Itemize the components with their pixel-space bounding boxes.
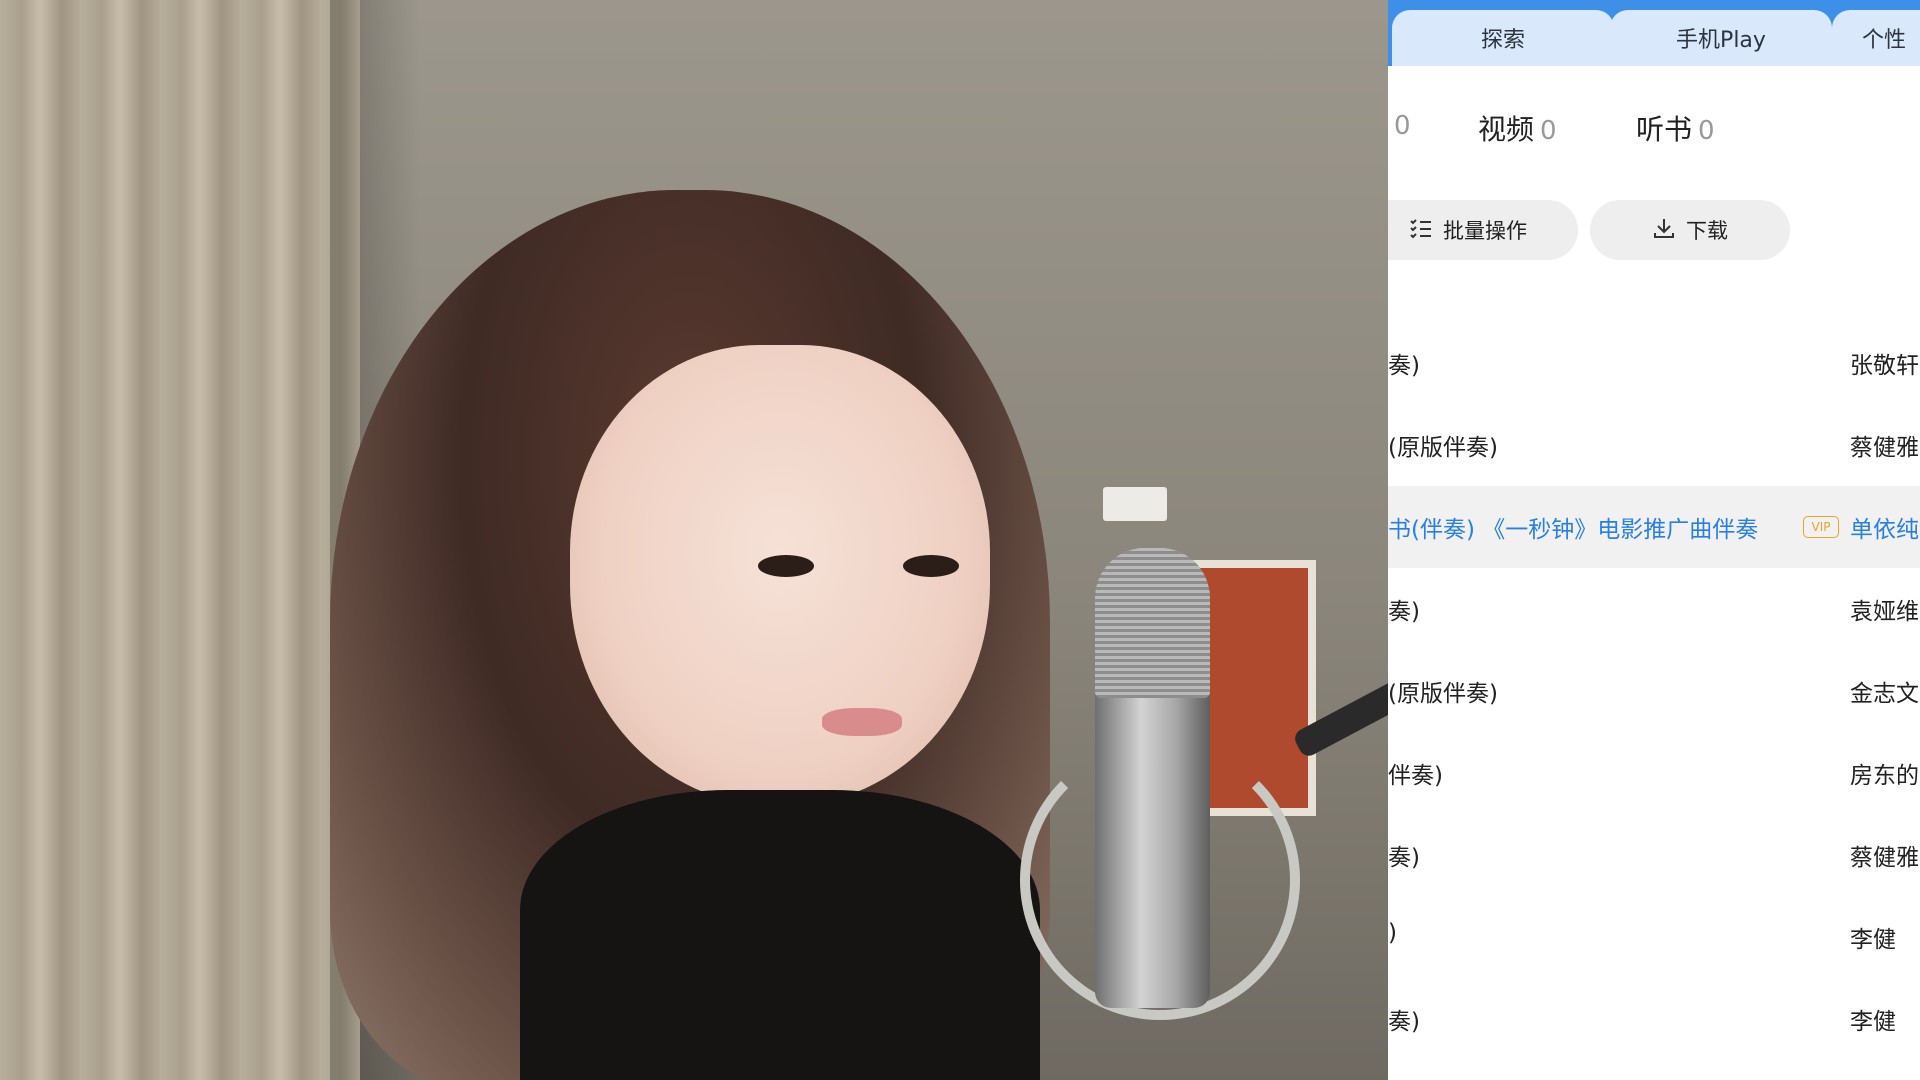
count-value: 0 — [1394, 111, 1411, 141]
download-label: 下载 — [1686, 219, 1728, 243]
count-value: 0 — [1698, 116, 1715, 146]
microphone-grille — [1095, 548, 1210, 698]
song-title: 奏) — [1388, 845, 1420, 871]
song-title: 奏) — [1388, 353, 1420, 379]
song-title: 奏) — [1388, 1009, 1420, 1035]
song-artist[interactable]: 蔡健雅 — [1850, 428, 1919, 462]
person-shirt — [520, 790, 1040, 1080]
music-app-panel: 探索 手机Play 个性 0 视频 0 听书 0 批量操作 下载 奏) 张敬轩 … — [1388, 0, 1920, 1080]
song-title: 奏) — [1388, 599, 1420, 625]
song-row[interactable]: 奏) 袁娅维 — [1388, 568, 1920, 650]
song-row[interactable]: (原版伴奏) 蔡健雅 — [1388, 404, 1920, 486]
list-checklist-icon — [1409, 216, 1433, 245]
wall-outlet — [1103, 487, 1167, 521]
song-title: 伴奏) — [1388, 763, 1443, 789]
count-value: 0 — [1540, 116, 1557, 146]
curtain — [0, 0, 360, 1080]
person-eye-left — [758, 555, 814, 577]
song-artist[interactable]: 李健 — [1850, 1002, 1896, 1036]
count-video[interactable]: 视频 0 — [1478, 108, 1557, 148]
song-row[interactable]: 奏) 李健 — [1388, 978, 1920, 1060]
count-songs[interactable]: 0 — [1388, 108, 1411, 141]
song-row[interactable]: ) 李健 — [1388, 896, 1920, 978]
batch-operation-label: 批量操作 — [1443, 219, 1527, 243]
song-artist[interactable]: 袁娅维 — [1850, 592, 1919, 626]
download-button[interactable]: 下载 — [1590, 200, 1790, 260]
song-row[interactable]: 奏) 张敬轩 — [1388, 322, 1920, 404]
vip-badge: VIP — [1803, 516, 1839, 538]
count-label: 视频 — [1478, 113, 1535, 146]
song-row[interactable]: (原版伴奏) 金志文 — [1388, 650, 1920, 732]
song-title: ) — [1388, 920, 1397, 946]
count-label: 听书 — [1636, 113, 1693, 146]
download-icon — [1652, 216, 1676, 245]
song-title: (原版伴奏) — [1388, 435, 1498, 461]
song-row[interactable]: 伴奏) 房东的 — [1388, 732, 1920, 814]
tab-explore[interactable]: 探索 — [1392, 10, 1614, 66]
song-title: (原版伴奏) — [1388, 681, 1498, 707]
tab-personal[interactable]: 个性 — [1832, 10, 1920, 66]
song-artist[interactable]: 蔡健雅 — [1850, 838, 1919, 872]
song-artist[interactable]: 金志文 — [1850, 674, 1919, 708]
webcam-video — [0, 0, 1388, 1080]
tab-mobile-play[interactable]: 手机Play — [1610, 10, 1832, 66]
song-row[interactable]: 奏) 蔡健雅 — [1388, 814, 1920, 896]
person-eye-right — [903, 555, 959, 577]
song-artist[interactable]: 李健 — [1850, 920, 1896, 954]
person-lips — [822, 708, 902, 736]
song-artist[interactable]: 单依纯 — [1850, 510, 1919, 544]
song-title: 书(伴奏) 《一秒钟》电影推广曲伴奏 — [1388, 517, 1759, 543]
batch-operation-button[interactable]: 批量操作 — [1388, 200, 1578, 260]
song-row-active[interactable]: 书(伴奏) 《一秒钟》电影推广曲伴奏 VIP 单依纯 — [1388, 486, 1920, 568]
count-audiobook[interactable]: 听书 0 — [1636, 108, 1715, 148]
tab-bar: 探索 手机Play 个性 — [1388, 0, 1920, 66]
song-artist[interactable]: 张敬轩 — [1850, 346, 1919, 380]
song-artist[interactable]: 房东的 — [1850, 756, 1919, 790]
